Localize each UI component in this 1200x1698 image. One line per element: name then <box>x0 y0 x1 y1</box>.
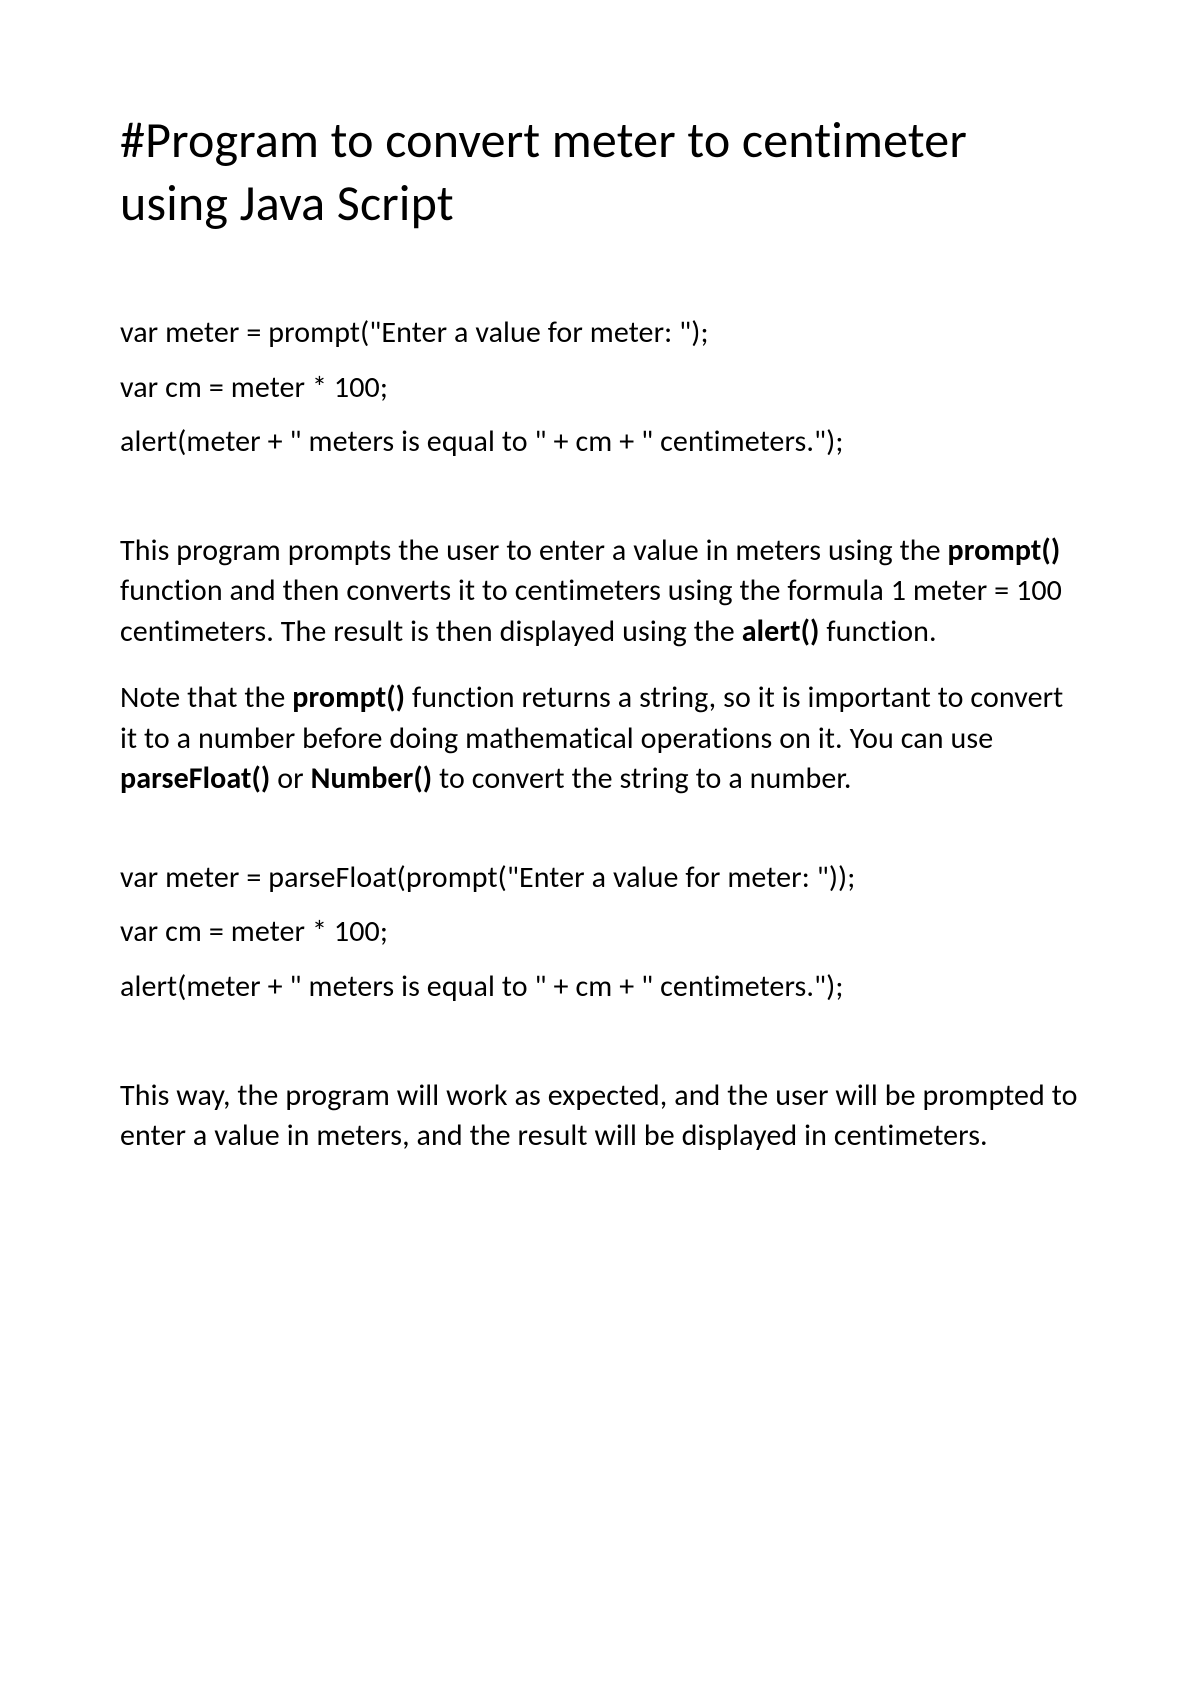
code-block-2: var meter = parseFloat(prompt("Enter a v… <box>120 860 1080 1006</box>
code-line: alert(meter + " meters is equal to " + c… <box>120 424 1080 461</box>
bold-text: parseFloat() <box>120 760 270 797</box>
bold-text: prompt() <box>948 532 1061 569</box>
code-line: var cm = meter * 100; <box>120 370 1080 407</box>
text-run: to convert the string to a number. <box>432 760 851 797</box>
paragraph: Note that the prompt() function returns … <box>120 678 1080 800</box>
text-run: This program prompts the user to enter a… <box>120 532 948 569</box>
explanation-block-1: This program prompts the user to enter a… <box>120 531 1080 800</box>
bold-text: Number() <box>311 760 433 797</box>
code-line: var cm = meter * 100; <box>120 914 1080 951</box>
paragraph: This program prompts the user to enter a… <box>120 531 1080 653</box>
code-line: alert(meter + " meters is equal to " + c… <box>120 969 1080 1006</box>
bold-text: alert() <box>742 613 820 650</box>
text-run: or <box>270 760 310 797</box>
code-line: var meter = prompt("Enter a value for me… <box>120 315 1080 352</box>
code-line: var meter = parseFloat(prompt("Enter a v… <box>120 860 1080 897</box>
text-run: Note that the <box>120 679 292 716</box>
code-block-1: var meter = prompt("Enter a value for me… <box>120 315 1080 461</box>
bold-text: prompt() <box>292 679 405 716</box>
paragraph: This way, the program will work as expec… <box>120 1076 1080 1157</box>
text-run: function. <box>819 613 936 650</box>
document-title: #Program to convert meter to centimeter … <box>120 110 1080 235</box>
